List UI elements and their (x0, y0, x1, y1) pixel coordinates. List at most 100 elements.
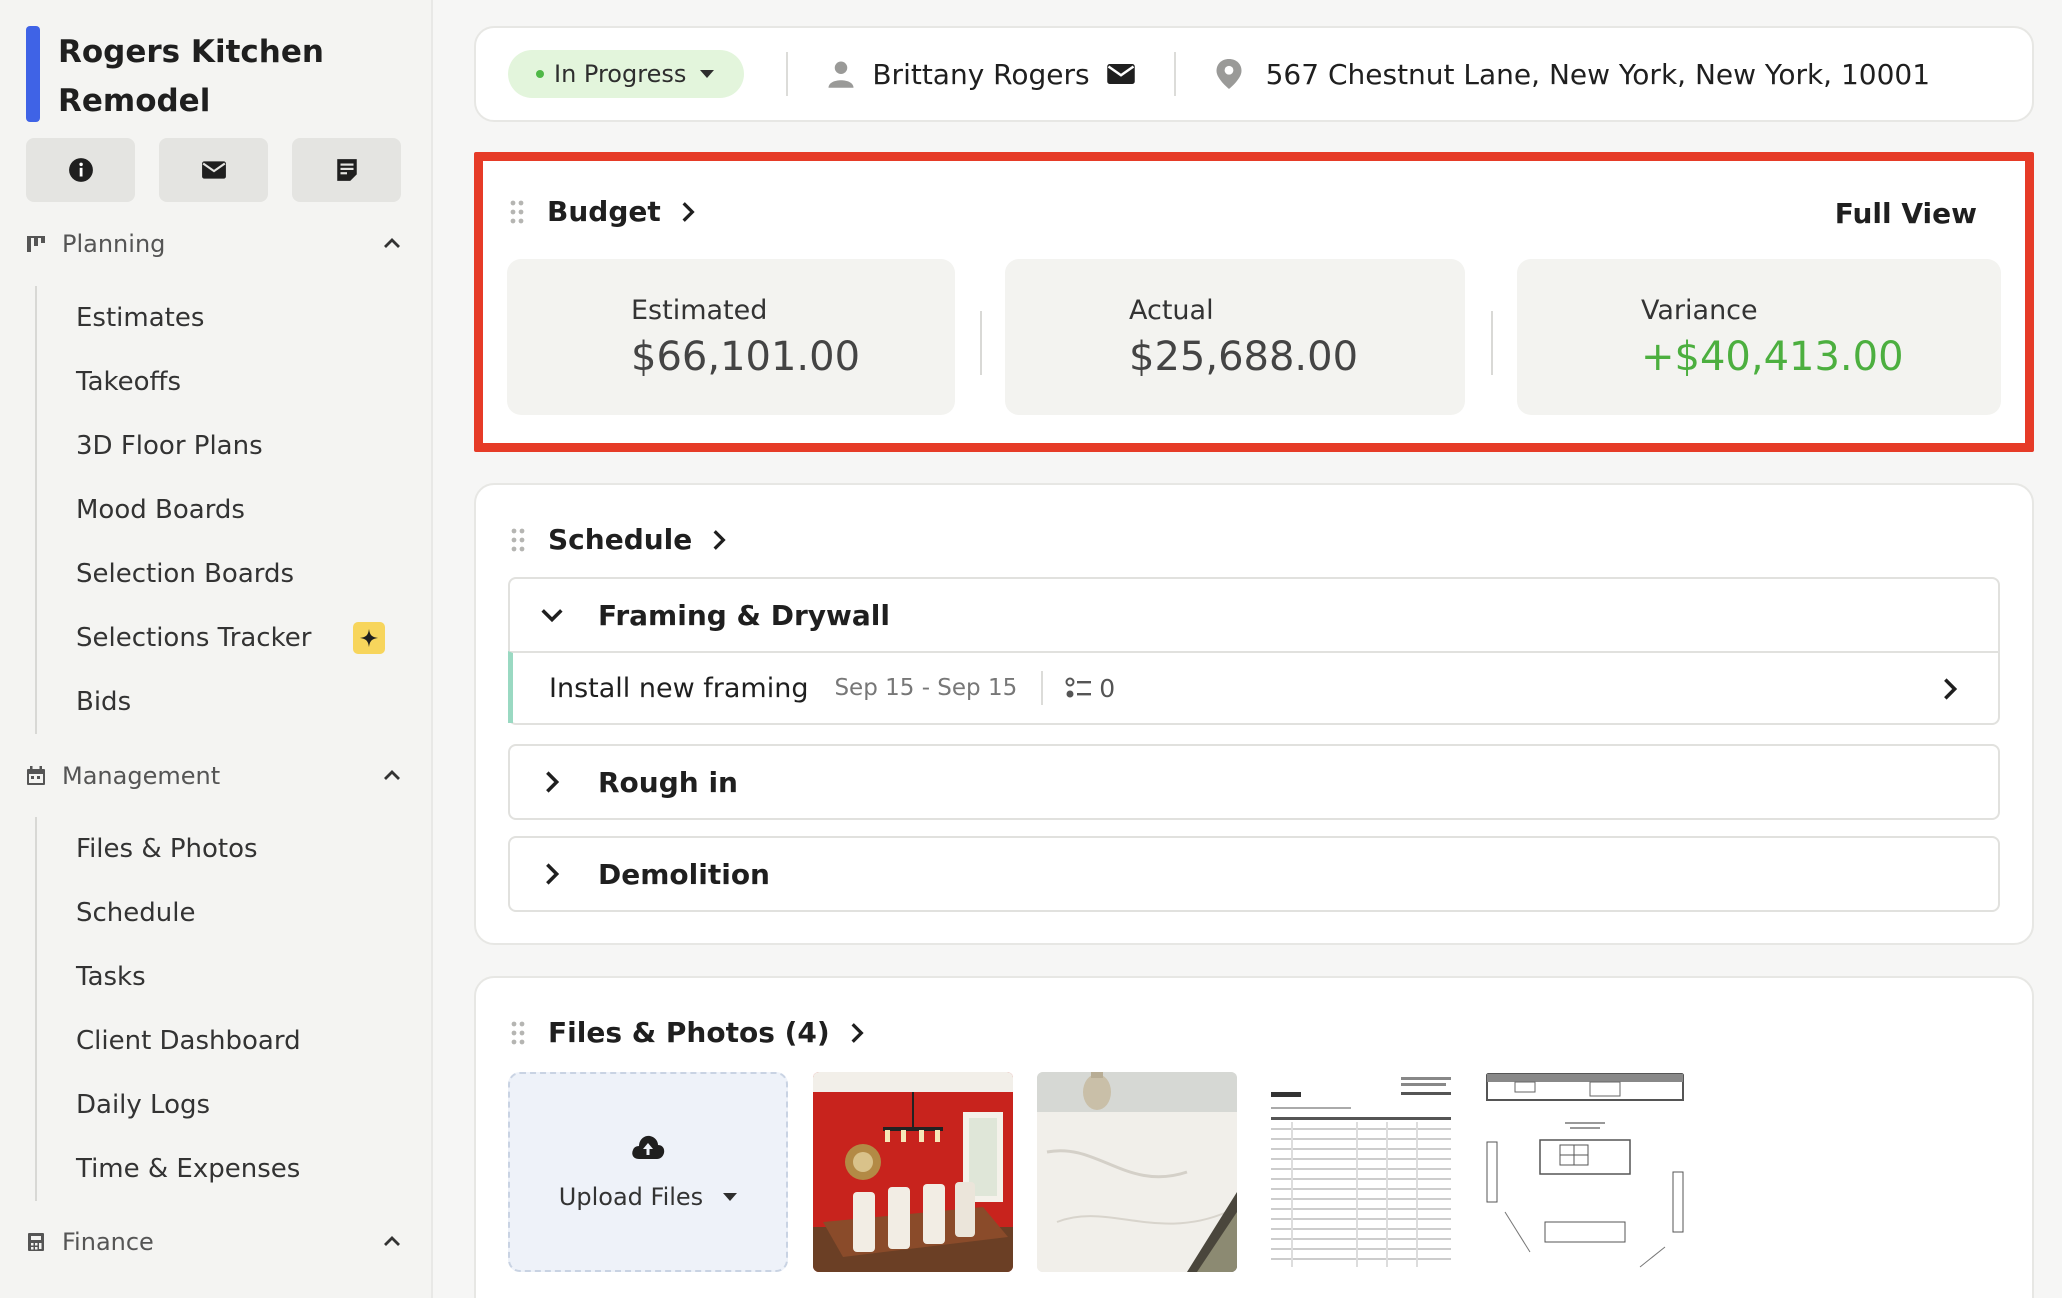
drag-handle-icon[interactable] (510, 1020, 526, 1046)
sidebar-item-selection-boards[interactable]: Selection Boards (37, 542, 397, 606)
variance-label: Variance (1641, 295, 1758, 326)
phase-rough-in: Rough in (508, 744, 2000, 820)
chevron-up-icon (384, 770, 400, 780)
sidebar-item-takeoffs[interactable]: Takeoffs (37, 350, 397, 414)
note-icon (336, 159, 357, 181)
document-thumbnail[interactable] (1261, 1072, 1461, 1272)
quick-actions (26, 138, 401, 202)
sidebar-item-estimates[interactable]: Estimates (37, 286, 397, 350)
budget-title: Budget (547, 195, 661, 228)
address-text[interactable]: 567 Chestnut Lane, New York, New York, 1… (1266, 58, 1930, 91)
sidebar-item-label: Selections Tracker (76, 623, 312, 653)
sidebar-item-selections-tracker[interactable]: Selections Tracker (37, 606, 397, 670)
project-color-bar (26, 26, 40, 122)
phase-name: Demolition (598, 857, 770, 891)
chevron-right-icon (546, 771, 560, 793)
project-title: Rogers Kitchen Remodel (58, 34, 324, 119)
sidebar-item-schedule[interactable]: Schedule (37, 881, 397, 945)
calculator-icon (28, 1233, 44, 1251)
dining-room-photo (813, 1072, 1013, 1272)
management-nav: Files & Photos Schedule Tasks Client Das… (35, 817, 397, 1201)
sidebar-item-client-dashboard[interactable]: Client Dashboard (37, 1009, 397, 1073)
drag-handle-icon[interactable] (509, 199, 525, 225)
sidebar-item-3d-floor-plans[interactable]: 3D Floor Plans (37, 414, 397, 478)
phase-demolition: Demolition (508, 836, 2000, 912)
project-header: Rogers Kitchen Remodel (26, 26, 358, 126)
client-info: Brittany Rogers (826, 58, 1135, 91)
marble-countertop-photo (1037, 1072, 1237, 1272)
chevron-down-icon (541, 609, 563, 623)
chevron-up-icon (384, 1236, 400, 1246)
floor-plan-thumbnail[interactable] (1485, 1072, 1685, 1272)
chevron-right-icon (682, 201, 695, 222)
chevron-right-icon (851, 1022, 864, 1043)
divider (1041, 671, 1044, 705)
project-notes-button[interactable] (292, 138, 401, 202)
variance-stat: Variance +$40,413.00 (1517, 259, 2001, 415)
photo-thumbnail[interactable] (813, 1072, 1013, 1272)
actual-value: $25,688.00 (1129, 334, 1359, 380)
finance-section-toggle[interactable]: Finance (26, 1222, 404, 1262)
sparkle-icon (353, 622, 386, 654)
floor-plan-preview (1485, 1072, 1685, 1272)
divider (980, 311, 982, 375)
sidebar-item-files-photos[interactable]: Files & Photos (37, 817, 397, 881)
status-dropdown[interactable]: In Progress (508, 50, 745, 98)
schedule-header[interactable]: Schedule (510, 523, 732, 556)
location-pin-icon (1216, 59, 1242, 89)
project-info-bar: In Progress Brittany Rogers 567 Chestnut… (474, 26, 2034, 122)
chevron-up-icon (384, 238, 400, 248)
sidebar-item-mood-boards[interactable]: Mood Boards (37, 478, 397, 542)
full-view-link[interactable]: Full View (1835, 197, 1977, 230)
info-icon (68, 158, 93, 182)
divider (1491, 311, 1493, 375)
budget-header[interactable]: Budget (509, 195, 701, 228)
actual-stat: Actual $25,688.00 (1005, 259, 1465, 415)
planning-section-toggle[interactable]: Planning (26, 224, 404, 264)
phase-toggle[interactable]: Framing & Drywall (510, 579, 1998, 651)
project-info-button[interactable] (26, 138, 135, 202)
email-client-button[interactable] (159, 138, 268, 202)
cloud-upload-icon (632, 1135, 665, 1159)
actual-label: Actual (1129, 295, 1214, 326)
files-title: Files & Photos (4) (548, 1016, 830, 1049)
planning-icon (27, 236, 45, 252)
sidebar-item-time-expenses[interactable]: Time & Expenses (37, 1137, 397, 1201)
phase-name: Rough in (598, 765, 738, 799)
caret-down-icon (700, 70, 715, 78)
phase-toggle[interactable]: Rough in (510, 746, 1998, 818)
task-dates: Sep 15 - Sep 15 (834, 675, 1018, 701)
status-label: In Progress (554, 60, 687, 88)
estimated-stat: Estimated $66,101.00 (507, 259, 955, 415)
management-section-toggle[interactable]: Management (26, 756, 404, 796)
sidebar-item-tasks[interactable]: Tasks (37, 945, 397, 1009)
sidebar-item-daily-logs[interactable]: Daily Logs (37, 1073, 397, 1137)
photo-thumbnail[interactable] (1037, 1072, 1237, 1272)
planning-label: Planning (62, 230, 166, 258)
caret-down-icon (723, 1193, 738, 1201)
person-icon (828, 61, 854, 88)
chevron-right-icon[interactable] (1936, 675, 1964, 703)
files-header[interactable]: Files & Photos (4) (510, 1016, 870, 1049)
mail-icon (201, 161, 226, 179)
status-dot (536, 70, 544, 78)
chevron-right-icon (713, 529, 726, 550)
task-name: Install new framing (549, 672, 809, 704)
subtask-count-value: 0 (1099, 673, 1116, 703)
mail-icon[interactable] (1106, 59, 1136, 89)
drag-handle-icon[interactable] (510, 527, 526, 553)
upload-label: Upload Files (558, 1183, 704, 1211)
project-address: 567 Chestnut Lane, New York, New York, 1… (1216, 58, 1930, 91)
client-name[interactable]: Brittany Rogers (872, 58, 1089, 91)
subtask-count: 0 (1065, 674, 1115, 703)
upload-files-button[interactable]: Upload Files (508, 1072, 788, 1272)
phase-toggle[interactable]: Demolition (510, 838, 1998, 910)
management-label: Management (62, 762, 221, 790)
chevron-right-icon (546, 863, 560, 885)
phase-name: Framing & Drywall (598, 598, 890, 632)
files-photos-card: Files & Photos (4) Upload Files (474, 976, 2034, 1298)
sidebar-item-bids[interactable]: Bids (37, 670, 397, 734)
task-row[interactable]: Install new framing Sep 15 - Sep 15 0 (508, 651, 1998, 723)
phase-framing-drywall: Framing & Drywall Install new framing Se… (508, 577, 2000, 725)
schedule-card: Schedule Framing & Drywall Install new f… (474, 483, 2034, 945)
